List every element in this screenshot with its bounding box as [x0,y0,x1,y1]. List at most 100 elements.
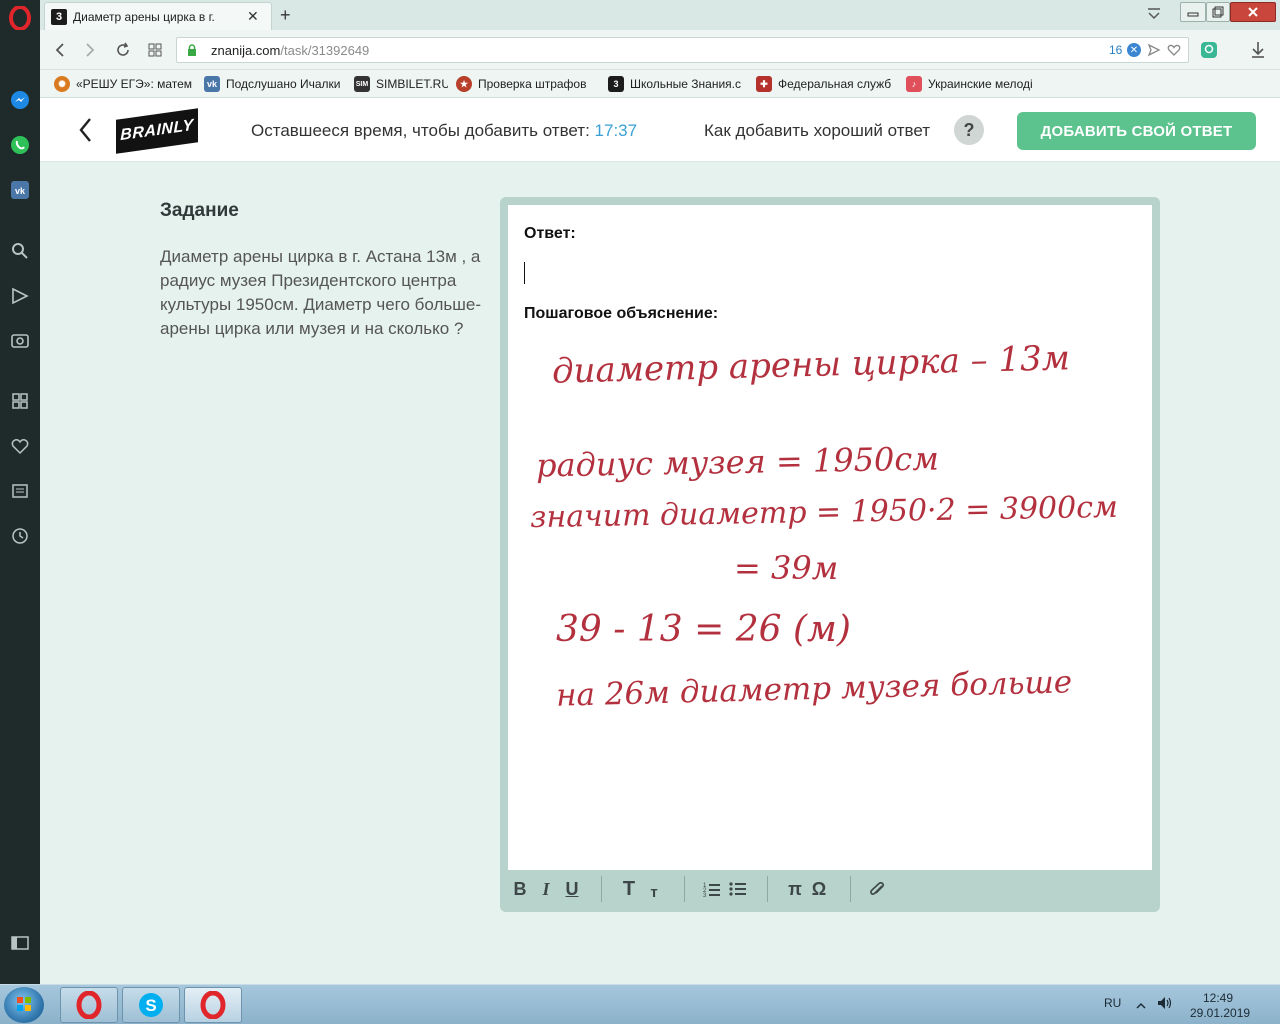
bold-button[interactable]: B [512,879,528,899]
back-icon[interactable] [50,40,70,60]
bookmark-shtrafy[interactable]: ★ Проверка штрафов [456,75,590,93]
camera-icon[interactable] [8,328,32,352]
task-heading: Задание [160,200,239,221]
explanation-label: Пошаговое объяснение: [524,305,719,322]
tab-title: Диаметр арены цирка в г. [73,9,215,24]
bookmark-federal[interactable]: ✚ Федеральная служб [756,75,894,93]
tab-menu-icon[interactable] [1146,6,1162,27]
snapshot-icon[interactable] [1147,43,1161,62]
back-chevron-icon[interactable] [76,116,96,144]
editor-canvas[interactable]: Ответ: Пошаговое объяснение: диаметр аре… [508,205,1152,870]
bullet-list-icon[interactable] [728,879,748,899]
adblock-count: 16 [1109,43,1123,57]
italic-button[interactable]: I [538,879,554,899]
history-icon[interactable] [8,524,32,548]
omega-button[interactable]: Ω [810,879,828,899]
bookmark-label: Школьные Знания.c [630,77,742,91]
add-answer-button[interactable]: ДОБАВИТЬ СВОЙ ОТВЕТ [1017,112,1256,150]
language-indicator[interactable]: RU [1104,996,1121,1010]
handwriting-line: значит диаметр = 1950·2 = 3900см [529,489,1119,536]
help-icon[interactable]: ? [954,115,984,145]
forward-icon[interactable] [80,40,100,60]
reload-icon[interactable] [113,40,133,60]
znanija-icon: 3 [608,76,624,92]
restore-button[interactable] [1206,2,1230,22]
howto-link[interactable]: Как добавить хороший ответ [704,121,930,141]
timer-label: Оставшееся время, чтобы добавить ответ: [251,121,595,140]
music-icon: ♪ [906,76,922,92]
opera-sidebar: vk [0,0,40,984]
tab-bar: 3 Диаметр арены цирка в г. ✕ + [40,0,1280,30]
attachment-icon[interactable] [868,879,888,899]
navigation-bar: znanija.com/task/31392649 16 ✕ [40,30,1280,70]
start-button[interactable] [4,987,44,1023]
remaining-time: Оставшееся время, чтобы добавить ответ: … [251,121,637,141]
url-host: znanija.com [211,43,281,58]
speed-dial-grid-icon[interactable] [145,40,165,60]
underline-button[interactable]: U [564,879,580,899]
handwriting-line: на 26м диаметр музея больше [555,664,1073,714]
svg-text:3: 3 [703,893,707,897]
ordered-list-icon[interactable]: 123 [702,879,722,899]
bookmark-ichalki[interactable]: vk Подслушано Ичалки [204,75,344,93]
bookmark-label: Подслушано Ичалки [226,77,341,91]
skype-icon: S [139,993,163,1017]
sun-icon: ✺ [54,76,70,92]
text-caret [524,262,525,284]
page-content: Задание Диаметр арены цирка в г. Астана … [40,162,1280,984]
bookmark-heart-icon[interactable] [1167,43,1181,62]
speed-dial-icon[interactable] [8,389,32,413]
bookmark-simbilet[interactable]: SIM SIMBILET.RU [354,75,448,93]
adblock-badge-icon[interactable]: ✕ [1127,43,1141,57]
minimize-button[interactable] [1180,2,1206,22]
pi-button[interactable]: π [786,879,804,899]
heading-small-button[interactable]: т [646,882,662,902]
close-window-button[interactable] [1230,2,1276,22]
sidebar-toggle-icon[interactable] [8,931,32,955]
clock-date: 29.01.2019 [1190,1006,1251,1020]
url-path: /task/31392649 [280,43,370,58]
whatsapp-icon[interactable] [8,133,32,157]
svg-text:vk: vk [15,186,26,196]
bookmark-reshu-ege[interactable]: ✺ «РЕШУ ЕГЭ»: матема [54,75,192,93]
answer-editor: Ответ: Пошаговое объяснение: диаметр аре… [500,197,1160,912]
news-icon[interactable] [8,479,32,503]
vk-icon[interactable]: vk [8,178,32,202]
brainly-logo[interactable]: BRAINLY [116,108,198,154]
clock-time: 12:49 [1202,991,1234,1005]
handwriting-line: радиус музея = 1950см [535,439,940,485]
new-tab-icon[interactable]: + [280,5,291,26]
tab-active[interactable]: 3 Диаметр арены цирка в г. ✕ [44,2,272,30]
bookmark-label: Федеральная служб [778,77,892,91]
heart-icon[interactable] [8,434,32,458]
bookmark-label: Украинские мелоді [928,77,1033,91]
federal-icon: ✚ [756,76,772,92]
task-text: Диаметр арены цирка в г. Астана 13м , а … [160,247,482,338]
toolbar-separator [601,876,602,902]
handwriting-line: диаметр арены цирка – 13м [551,338,1071,392]
opera-icon [200,991,226,1019]
messenger-icon[interactable] [8,88,32,112]
volume-icon[interactable] [1156,995,1174,1016]
heading-large-button[interactable]: T [620,878,638,900]
tab-close-icon[interactable]: ✕ [247,8,259,25]
bookmark-ukr-melodies[interactable]: ♪ Украинские мелоді [906,75,1046,93]
taskbar-opera-active-app[interactable] [184,987,242,1023]
answer-label: Ответ: [524,225,576,242]
bookmark-znanija[interactable]: 3 Школьные Знания.c [608,75,744,93]
vk-icon: vk [204,76,220,92]
tray-clock[interactable]: 12:49 29.01.2019 [1190,991,1251,1021]
toolbar-separator [850,876,851,902]
vpn-icon[interactable] [1200,41,1218,64]
sim-icon: SIM [354,76,370,92]
taskbar-opera-app[interactable] [60,987,118,1023]
download-icon[interactable] [1250,41,1266,64]
search-icon[interactable] [8,239,32,263]
tray-arrow-icon[interactable] [1136,998,1146,1016]
opera-logo-icon[interactable] [8,6,32,30]
send-icon[interactable] [8,284,32,308]
editor-toolbar: B I U T т 123 π Ω [508,872,1152,906]
address-bar[interactable]: znanija.com/task/31392649 16 ✕ [176,37,1189,63]
brainly-header: BRAINLY Оставшееся время, чтобы добавить… [40,98,1280,162]
taskbar-skype-app[interactable]: S [122,987,180,1023]
